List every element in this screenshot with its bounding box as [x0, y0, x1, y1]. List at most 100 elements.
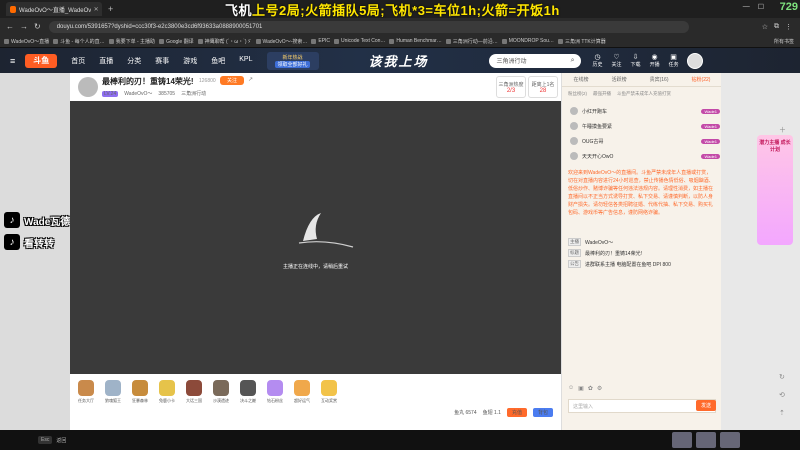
rank-row[interactable]: 天天开心OwO Wade1 [570, 152, 720, 160]
replay-icon[interactable]: ↻ [779, 373, 785, 381]
follow-button[interactable]: 关注 [220, 76, 244, 85]
bookmark-item[interactable]: 神鹰聊帮 (´・ω・`)ゞ [197, 38, 252, 45]
tab-vip[interactable]: 贵宾(16) [650, 76, 669, 83]
nav-item-events[interactable]: 赛事 [155, 56, 169, 66]
settings-icon[interactable]: ⚙ [597, 385, 602, 392]
new-tab-icon[interactable]: + [108, 4, 113, 14]
video-player[interactable]: 主播正在连线中，请稍后重试 [70, 101, 561, 374]
all-bookmarks[interactable]: 所有书签 [774, 38, 794, 45]
tab-diamond-fans[interactable]: 钻粉(22) [692, 76, 711, 83]
emoji-icon[interactable]: ☺ [568, 385, 574, 392]
stream-info: 最棒利的刃！重铸14荣光! 126800 关注 ↗ LV.24 WadeOvO～… [70, 73, 561, 101]
taskbar-app-icon[interactable] [696, 432, 716, 448]
recharge-button[interactable]: 充值 [506, 408, 527, 417]
gift-item[interactable]: 狼魂狐王 [103, 380, 123, 404]
browser-tab[interactable]: WadeOvO～直播_WadeOvO～ ✕ [6, 2, 102, 16]
nav-item-live[interactable]: 直播 [99, 56, 113, 66]
maximize-icon[interactable]: ☐ [758, 3, 764, 11]
nav-item-category[interactable]: 分类 [127, 56, 141, 66]
gift-item[interactable]: 决斗之巅 [238, 380, 258, 404]
backpack-button[interactable]: 背包 [532, 408, 553, 417]
gift-icon[interactable]: ✿ [588, 385, 593, 392]
go-live-button[interactable]: ◉ 开播 [650, 53, 660, 68]
gift-item[interactable]: 互动奖赏 [319, 380, 339, 404]
extensions-icon[interactable]: ⧉ [774, 23, 779, 31]
tab-online-rank[interactable]: 在线榜 [574, 76, 589, 83]
minimize-icon[interactable]: — [743, 3, 750, 11]
hamburger-menu-icon[interactable]: ≡ [10, 56, 15, 66]
streamer-name[interactable]: WadeOvO～ [124, 90, 152, 97]
share-icon[interactable]: ↗ [248, 76, 253, 83]
gift-item[interactable]: 大话三国 [184, 380, 204, 404]
taskbar-app-icon[interactable] [720, 432, 740, 448]
chat-input[interactable]: 这里输入 [568, 399, 716, 413]
bookmark-item[interactable]: EPIC [311, 38, 330, 44]
bookmark-item[interactable]: WadeOvO～直播 [4, 38, 49, 45]
streamer-avatar[interactable] [78, 77, 98, 97]
refresh-icon[interactable]: ⟲ [779, 391, 785, 399]
esc-chip[interactable]: Esc [38, 436, 53, 444]
bookmark-item[interactable]: WadeOvO～-搜索… [255, 38, 307, 45]
gift-item[interactable]: 任务大厅 [76, 380, 96, 404]
category-link[interactable]: 三角洲行动 [181, 90, 206, 97]
gift-item[interactable]: 超好运气 [292, 380, 312, 404]
gift-icon [186, 380, 202, 396]
bookmark-item[interactable]: Google 翻译 [159, 38, 194, 45]
url-field[interactable]: douyu.com/5391657?dyshid=ccc30f3-e2c3800… [48, 20, 689, 33]
filter-strongest[interactable]: 最强开播 [593, 91, 611, 97]
gift-label: 互动奖赏 [321, 398, 337, 403]
search-icon[interactable]: ⌕ [571, 57, 575, 65]
rank-row[interactable]: 午睡摸鱼要紧 Wade1 [570, 122, 720, 130]
image-icon[interactable]: ▣ [578, 385, 584, 392]
bookmark-favicon-icon [4, 38, 9, 44]
rank-row[interactable]: OUG古哥 Wade1 [570, 137, 720, 145]
nav-item-home[interactable]: 首页 [71, 56, 85, 66]
bookmark-item[interactable]: Human Benchmar… [389, 38, 442, 44]
search-input[interactable]: 三角洲行动 ⌕ [488, 53, 581, 68]
overlay-tiktok-name: Wade瓦德 [24, 216, 71, 228]
star-icon[interactable]: ☆ [762, 23, 768, 31]
download-icon: ⇩ [632, 54, 639, 61]
history-button[interactable]: ◷ 历史 [593, 53, 603, 68]
gift-item[interactable]: 沙漠遗迹 [211, 380, 231, 404]
menu-dots-icon[interactable]: ⋮ [785, 23, 792, 31]
nav-item-kpl[interactable]: KPL [239, 56, 252, 66]
streamer-growth-promo[interactable]: 潜力主播 成长计划 [757, 135, 793, 245]
close-icon[interactable]: ✕ [94, 6, 98, 13]
user-avatar[interactable] [686, 52, 703, 69]
bookmark-item[interactable]: 斗鱼 - 每个人的直… [53, 38, 105, 45]
gift-item[interactable]: 狂暴森林 [130, 380, 150, 404]
nav-item-games[interactable]: 游戏 [183, 56, 197, 66]
download-button[interactable]: ⇩ 下载 [631, 53, 641, 68]
plus-icon[interactable]: ＋ [779, 125, 786, 135]
bookmark-item[interactable]: 三角洲行动—前沿… [445, 38, 498, 45]
filter-fans-rank[interactable]: 粉丝榜(2) [568, 91, 587, 97]
gift-box-icon: ▣ [670, 54, 677, 61]
taskbar-app-icon[interactable] [672, 432, 692, 448]
new-year-promo[interactable]: 新年热战 领取全部好礼 [266, 51, 319, 70]
douyu-logo[interactable]: 斗鱼 [25, 53, 58, 68]
hot-rank-box[interactable]: 三角洲热度 2/3 [496, 76, 526, 98]
gift-label: 钻石粉丝 [267, 398, 283, 403]
nav-item-fishbar[interactable]: 鱼吧 [211, 56, 225, 66]
bookmark-item[interactable]: MOONDROP Sou… [501, 38, 554, 44]
back-icon[interactable]: ← [6, 22, 14, 31]
reload-icon[interactable]: ↻ [34, 22, 41, 31]
rank-avatar [570, 122, 578, 130]
bookmark-item[interactable]: 我要下单 - 主播助 [108, 38, 155, 45]
gift-label: 狂暴森林 [132, 398, 148, 403]
scroll-top-icon[interactable]: ⇡ [779, 409, 785, 417]
tasks-button[interactable]: ▣ 任务 [669, 53, 679, 68]
gap-rank-box[interactable]: 距离上1名 28 [528, 76, 558, 98]
forward-icon[interactable]: → [20, 22, 28, 31]
gift-item[interactable]: 兔鹿小卡 [157, 380, 177, 404]
follow-list-button[interactable]: ♡ 关注 [612, 53, 622, 68]
gift-icon [213, 380, 229, 396]
gift-icon [159, 380, 175, 396]
bookmark-item[interactable]: Unicode Text Con… [334, 38, 385, 44]
gift-item[interactable]: 钻石粉丝 [265, 380, 285, 404]
send-button[interactable]: 发送 [695, 400, 716, 411]
tab-active-rank[interactable]: 活跃榜 [612, 76, 627, 83]
bookmark-item[interactable]: 三角洲 TTK计算器 [557, 38, 606, 45]
rank-row[interactable]: 小红开跑车 Wade1 [570, 107, 720, 115]
